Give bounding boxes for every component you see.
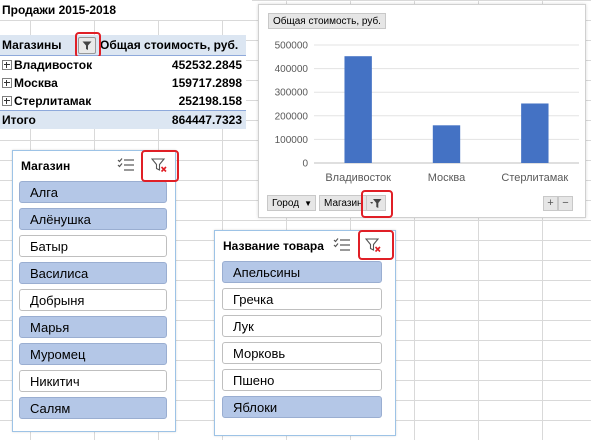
pivot-total-row[interactable]: Итого 864447.7323 (0, 110, 246, 129)
slicer-item[interactable]: Никитич (19, 370, 167, 392)
y-tick-label: 300000 (275, 88, 309, 99)
slicer-item[interactable]: Алёнушка (19, 208, 167, 230)
y-tick-label: 0 (302, 159, 308, 170)
axis-field-store-label: Магазин (324, 198, 363, 209)
slicer-item[interactable]: Яблоки (222, 396, 382, 418)
multi-select-icon (333, 238, 350, 251)
y-tick-label: 400000 (275, 64, 309, 75)
slicer-item[interactable]: Муромец (19, 343, 167, 365)
highlight-box (141, 150, 179, 182)
axis-field-city[interactable]: Город ▼ (267, 195, 317, 211)
pivot-row-value: 159717.2898 (171, 76, 242, 90)
pivot-row-label: Владивосток (14, 58, 93, 72)
multi-select-icon (117, 158, 134, 171)
highlight-box (75, 32, 101, 58)
pivot-row[interactable]: Москва 159717.2898 (0, 74, 246, 92)
pivot-value-header: Общая стоимость, руб. (100, 38, 239, 52)
collapse-field-button[interactable]: − (558, 196, 573, 211)
pivot-total-value: 864447.7323 (171, 113, 242, 127)
bar[interactable] (344, 56, 372, 164)
slicer-item[interactable]: Апельсины (222, 261, 382, 283)
x-tick-label: Стерлитамак (501, 172, 568, 184)
slicer-item[interactable]: Морковь (222, 342, 382, 364)
pivot-header-row: Магазины Общая стоимость, руб. (0, 35, 246, 56)
slicer-item[interactable]: Батыр (19, 235, 167, 257)
expand-icon[interactable] (2, 96, 12, 106)
slicer-item[interactable]: Василиса (19, 262, 167, 284)
y-tick-label: 500000 (275, 41, 309, 52)
highlight-box (361, 190, 393, 218)
slicer-store[interactable]: Магазин Алга Алёнушка Батыр Василиса Добрыня… (12, 150, 176, 432)
pivot-title: Продажи 2015-2018 (0, 0, 252, 20)
slicer-item[interactable]: Марья (19, 316, 167, 338)
expand-icon[interactable] (2, 60, 12, 70)
bar[interactable] (432, 125, 461, 163)
multi-select-button[interactable] (117, 157, 135, 173)
multi-select-button[interactable] (333, 237, 351, 253)
x-tick-label: Владивосток (325, 172, 391, 184)
expand-field-button[interactable]: + (543, 196, 558, 211)
slicer-product-header: Название товара (223, 239, 324, 253)
slicer-product[interactable]: Название товара Апельсины Гречка Лук Морков… (214, 230, 396, 436)
pivot-total-label: Итого (2, 113, 36, 127)
slicer-item[interactable]: Пшено (222, 369, 382, 391)
dropdown-arrow-icon: ▼ (304, 199, 313, 208)
slicer-store-header: Магазин (21, 159, 71, 173)
slicer-item[interactable]: Добрыня (19, 289, 167, 311)
bar[interactable] (521, 103, 549, 163)
pivot-row[interactable]: Владивосток 452532.2845 (0, 56, 246, 74)
slicer-item[interactable]: Лук (222, 315, 382, 337)
slicer-item[interactable]: Гречка (222, 288, 382, 310)
pivot-chart[interactable]: Общая стоимость, руб. 0 100000 200000 30000… (258, 4, 586, 218)
pivot-row-label: Стерлитамак (14, 94, 92, 108)
expand-icon[interactable] (2, 78, 12, 88)
highlight-box (358, 230, 394, 260)
y-tick-label: 100000 (275, 135, 309, 146)
pivot-row-value: 452532.2845 (171, 58, 242, 72)
bar-chart-plot: 0 100000 200000 300000 400000 500000 Владивост… (275, 41, 579, 184)
axis-field-city-label: Город (272, 198, 300, 209)
pivot-row-label: Москва (14, 76, 58, 90)
pivot-row-header: Магазины (2, 38, 62, 52)
slicer-item[interactable]: Алга (19, 181, 167, 203)
x-tick-label: Москва (428, 172, 466, 184)
slicer-item[interactable]: Салям (19, 397, 167, 419)
pivot-row-value: 252198.158 (178, 94, 242, 108)
y-tick-label: 200000 (275, 111, 309, 122)
pivot-row[interactable]: Стерлитамак 252198.158 (0, 92, 246, 110)
